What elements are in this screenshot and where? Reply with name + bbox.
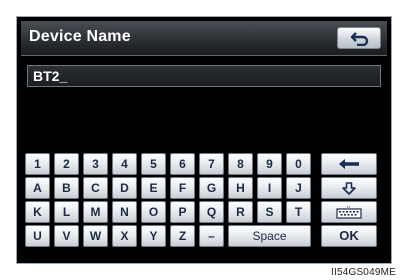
key-g[interactable]: G — [199, 177, 224, 199]
device-name-value: BT2_ — [33, 68, 68, 84]
page-title: Device Name — [29, 28, 131, 45]
figure-code: II54GS049ME — [330, 267, 396, 278]
key-e[interactable]: E — [141, 177, 166, 199]
key-p[interactable]: P — [170, 201, 195, 223]
key-d[interactable]: D — [112, 177, 137, 199]
device-name-input[interactable]: BT2_ — [27, 65, 381, 87]
key-n[interactable]: N — [112, 201, 137, 223]
key-x[interactable]: X — [112, 225, 137, 247]
key-i[interactable]: I — [257, 177, 282, 199]
key-y[interactable]: Y — [141, 225, 166, 247]
screen-frame: Device Name BT2_ 1 2 3 4 5 6 7 8 9 0 A B… — [16, 16, 392, 264]
key-w[interactable]: W — [83, 225, 108, 247]
header-bar: Device Name — [21, 21, 387, 56]
key-4[interactable]: 4 — [112, 153, 137, 175]
backspace-button[interactable] — [321, 153, 377, 175]
return-arrow-icon — [350, 32, 369, 46]
key-l[interactable]: L — [54, 201, 79, 223]
space-button[interactable]: Space — [228, 225, 311, 247]
key-3[interactable]: 3 — [83, 153, 108, 175]
key-s[interactable]: S — [257, 201, 282, 223]
scroll-down-button[interactable] — [321, 177, 377, 199]
key-m[interactable]: M — [83, 201, 108, 223]
keyboard-layout-icon — [336, 206, 362, 219]
key-r[interactable]: R — [228, 201, 253, 223]
key-c[interactable]: C — [83, 177, 108, 199]
back-button[interactable] — [337, 27, 381, 49]
key-b[interactable]: B — [54, 177, 79, 199]
backspace-arrow-icon — [339, 159, 359, 169]
key-q[interactable]: Q — [199, 201, 224, 223]
key-j[interactable]: J — [286, 177, 311, 199]
key-5[interactable]: 5 — [141, 153, 166, 175]
key-v[interactable]: V — [54, 225, 79, 247]
key-k[interactable]: K — [25, 201, 50, 223]
key-z[interactable]: Z — [170, 225, 195, 247]
key-7[interactable]: 7 — [199, 153, 224, 175]
ok-button[interactable]: OK — [321, 225, 377, 247]
key-9[interactable]: 9 — [257, 153, 282, 175]
down-arrow-icon — [342, 182, 356, 195]
key-0[interactable]: 0 — [286, 153, 311, 175]
device-name-screen: Device Name BT2_ 1 2 3 4 5 6 7 8 9 0 A B… — [21, 21, 387, 259]
key-t[interactable]: T — [286, 201, 311, 223]
key-h[interactable]: H — [228, 177, 253, 199]
key-u[interactable]: U — [25, 225, 50, 247]
key-2[interactable]: 2 — [54, 153, 79, 175]
key-o[interactable]: O — [141, 201, 166, 223]
key-8[interactable]: 8 — [228, 153, 253, 175]
key-dash[interactable]: – — [199, 225, 224, 247]
key-1[interactable]: 1 — [25, 153, 50, 175]
key-a[interactable]: A — [25, 177, 50, 199]
key-f[interactable]: F — [170, 177, 195, 199]
key-6[interactable]: 6 — [170, 153, 195, 175]
keyboard-layout-button[interactable] — [321, 201, 377, 223]
